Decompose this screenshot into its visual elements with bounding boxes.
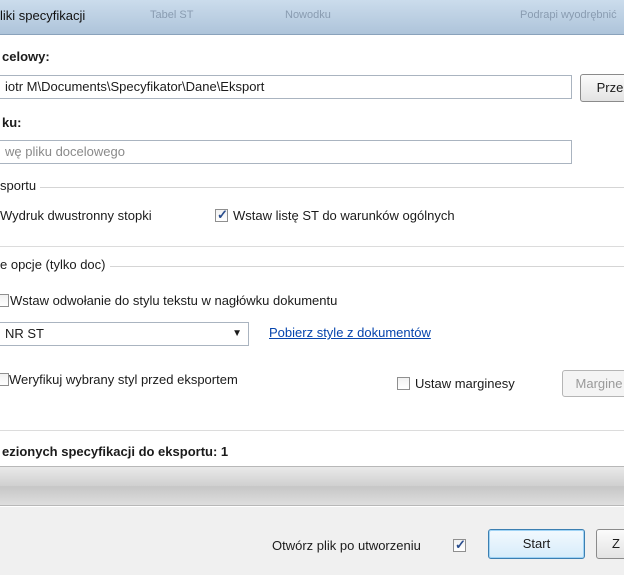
style-ref-checkbox[interactable] [0,294,9,307]
chevron-down-icon[interactable]: ▼ [232,326,242,342]
doc-options-group [0,266,624,437]
verify-style-checkbox[interactable] [0,373,9,386]
style-select[interactable]: NR ST ▼ [0,322,249,346]
browse-button[interactable]: Prze [580,74,624,102]
title-bar: liki specyfikacji Tabel ST Nowodku Podra… [0,0,624,35]
file-name-label: ku: [2,115,22,130]
insert-list-label[interactable]: Wstaw listę ST do warunków ogólnych [233,208,455,223]
start-button[interactable]: Start [488,529,585,559]
divider [0,246,624,247]
check-icon: ✓ [455,537,466,552]
background-tab: Nowodku [285,9,331,21]
verify-style-label[interactable]: Weryfikuj wybrany styl przed eksportem [9,372,238,387]
margins-checkbox[interactable] [397,377,410,390]
export-count-summary: ezionych specyfikacji do eksportu: 1 [2,444,229,459]
doc-options-title: e opcje (tylko doc) [0,257,110,272]
target-folder-label: celowy: [2,49,50,64]
window-title: liki specyfikacji [0,8,86,23]
progress-bar [0,466,624,506]
open-after-label[interactable]: Otwórz plik po utworzeniu [272,538,421,553]
style-select-value: NR ST [5,326,44,341]
duplex-footer-label[interactable]: Wydruk dwustronny stopki [0,208,152,223]
file-name-input[interactable]: wę pliku docelowego [0,140,572,164]
style-ref-label[interactable]: Wstaw odwołanie do stylu tekstu w nagłów… [10,293,337,308]
export-options-title: sportu [0,178,41,193]
insert-list-checkbox[interactable]: ✓ [215,207,228,222]
background-tab: Tabel ST [150,9,194,21]
check-icon: ✓ [217,207,228,222]
background-tab: Podrapi wyodrębnić [520,9,617,21]
fetch-styles-link[interactable]: Pobierz style z dokumentów [269,325,431,340]
open-after-checkbox[interactable]: ✓ [453,537,466,552]
close-button[interactable]: Z [596,529,624,559]
margins-label[interactable]: Ustaw marginesy [415,376,515,391]
divider [0,430,624,431]
target-folder-input[interactable]: iotr M\Documents\Specyfikator\Dane\Ekspo… [0,75,572,99]
footer-bar: Otwórz plik po utworzeniu ✓ Start Z [0,507,624,575]
margins-button[interactable]: Margine [562,370,624,397]
